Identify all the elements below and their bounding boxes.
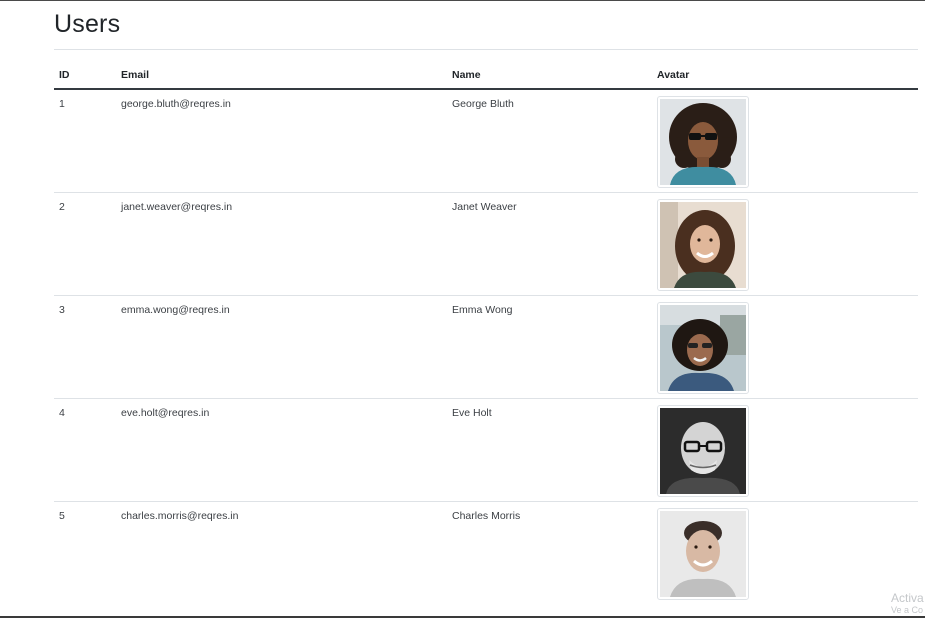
cell-id: 2 bbox=[54, 191, 116, 295]
cell-id: 3 bbox=[54, 294, 116, 398]
avatar-photo-charles[interactable] bbox=[657, 507, 749, 600]
cell-id: 5 bbox=[54, 500, 116, 604]
avatar-photo-george[interactable] bbox=[657, 96, 749, 188]
cell-email: janet.weaver@reqres.in bbox=[116, 191, 447, 295]
cell-name: George Bluth bbox=[452, 98, 514, 110]
avatar-photo-emma[interactable] bbox=[657, 301, 749, 394]
os-activation-watermark: Activa Ve a Co bbox=[891, 592, 925, 616]
table-row: 1 george.bluth@reqres.in George Bluth bbox=[54, 89, 918, 192]
table-row: 4 eve.holt@reqres.in Eve Holt bbox=[54, 397, 918, 501]
cell-id: 4 bbox=[54, 397, 116, 501]
cell-name: Eve Holt bbox=[447, 397, 652, 501]
column-header-avatar[interactable]: Avatar bbox=[652, 61, 918, 90]
watermark-line-1: Activa bbox=[891, 592, 924, 605]
watermark-line-2: Ve a Co bbox=[891, 605, 924, 615]
table-header-row: ID Email Name Avatar bbox=[54, 61, 918, 90]
cell-email: charles.morris@reqres.in bbox=[116, 500, 447, 604]
title-divider bbox=[54, 49, 918, 50]
cell-email: emma.wong@reqres.in bbox=[116, 294, 447, 398]
cell-name: Janet Weaver bbox=[447, 191, 652, 295]
cell-name: Charles Morris bbox=[447, 500, 652, 604]
cell-avatar bbox=[652, 191, 918, 295]
page-title: Users bbox=[54, 10, 121, 38]
cell-avatar bbox=[652, 397, 918, 501]
cell-avatar bbox=[652, 89, 918, 192]
cell-email: george.bluth@reqres.in bbox=[121, 98, 231, 110]
table-row: 3 emma.wong@reqres.in Emma Wong bbox=[54, 294, 918, 398]
column-header-id[interactable]: ID bbox=[54, 61, 116, 90]
users-table: ID Email Name Avatar 1 george.bluth@reqr… bbox=[54, 61, 918, 604]
table-row: 5 charles.morris@reqres.in Charles Morri… bbox=[54, 500, 918, 604]
table-row: 2 janet.weaver@reqres.in Janet Weaver bbox=[54, 191, 918, 295]
cell-avatar bbox=[652, 294, 918, 398]
cell-email: eve.holt@reqres.in bbox=[116, 397, 447, 501]
cell-avatar bbox=[652, 500, 918, 604]
column-header-email[interactable]: Email bbox=[116, 61, 447, 90]
column-header-name[interactable]: Name bbox=[447, 61, 652, 90]
cell-id: 1 bbox=[59, 98, 65, 110]
avatar-photo-eve[interactable] bbox=[657, 404, 749, 497]
cell-name: Emma Wong bbox=[447, 294, 652, 398]
avatar-photo-janet[interactable] bbox=[657, 198, 749, 291]
